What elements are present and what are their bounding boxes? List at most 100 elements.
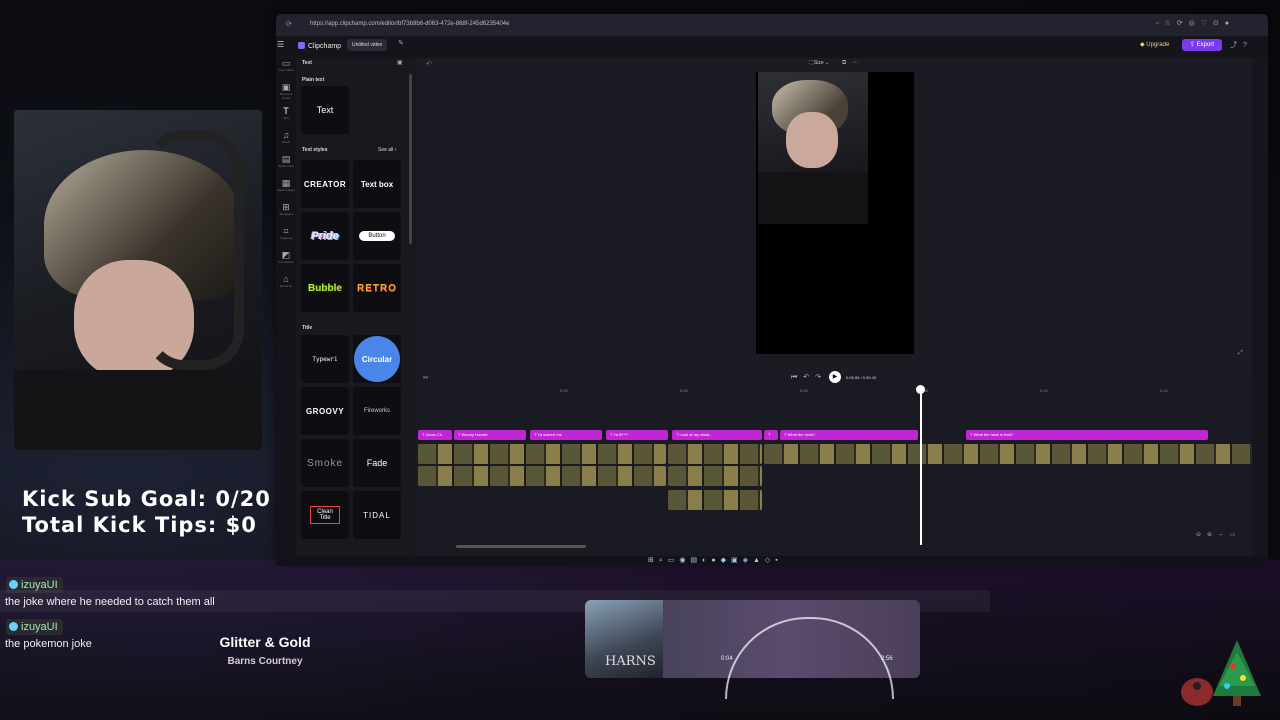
style-pride[interactable]: Pride: [301, 212, 349, 260]
brand-name: Clipchamp: [308, 43, 342, 50]
user-badge-icon: [9, 622, 18, 631]
text-clip-label: Woody Hoodie: [461, 432, 488, 437]
text-clip[interactable]: T Jesus Ch: [418, 430, 452, 440]
play-button[interactable]: ▶: [829, 371, 841, 383]
title-clean[interactable]: Clean Title: [301, 491, 349, 539]
text-clip[interactable]: T Woody Hoodie: [454, 430, 526, 440]
text-clip[interactable]: T Ya B****: [606, 430, 668, 440]
size-dropdown[interactable]: ⛶ Size ⌄: [809, 60, 829, 66]
browser-address-bar[interactable]: ⟳ https://app.clipchamp.com/editor/bf73b…: [276, 14, 1268, 36]
title-clean-label: Clean Title: [310, 506, 340, 524]
chat-username-text: izuyaUI: [21, 621, 58, 633]
video-clip[interactable]: [668, 466, 762, 486]
see-all-link[interactable]: See all ›: [378, 147, 396, 153]
rail-label: Templates: [279, 212, 293, 216]
split-icon[interactable]: ✂: [423, 374, 429, 382]
header-icons[interactable]: ⤴?: [1230, 40, 1253, 50]
tips-text: Total Kick Tips: $0: [22, 513, 257, 537]
chat-username: izuyaUI: [6, 619, 63, 635]
plain-text-tile[interactable]: Text: [301, 86, 349, 134]
collapse-panel-icon[interactable]: ▣: [397, 59, 403, 66]
text-clip[interactable]: T What the heck is that?: [966, 430, 1208, 440]
playhead[interactable]: [920, 388, 922, 545]
rail-label: Stock video: [278, 164, 294, 168]
preview-tools-icons[interactable]: ⧉⋯: [842, 59, 864, 67]
preview-shirt: [758, 172, 868, 224]
video-clip[interactable]: [668, 490, 762, 510]
style-retro[interactable]: RETRO: [353, 264, 401, 312]
title-circular[interactable]: Circular: [353, 335, 401, 383]
rail-label: Stock images: [276, 188, 295, 192]
ruler-tick: 0:06: [800, 388, 808, 393]
text-clip-label: T: [768, 432, 771, 437]
style-button[interactable]: Button: [353, 212, 401, 260]
upgrade-button[interactable]: ◆ Upgrade: [1140, 41, 1169, 48]
fullscreen-icon[interactable]: ⤢: [1238, 350, 1243, 357]
album-art: HARNS: [585, 600, 663, 678]
rail-label: Your media: [278, 68, 294, 72]
preview-webcam[interactable]: [758, 72, 868, 224]
text-styles-heading: Text styles: [302, 147, 328, 153]
app-header: [276, 36, 1268, 58]
video-clip[interactable]: [418, 444, 666, 464]
title-tidal[interactable]: TIDAL: [353, 491, 401, 539]
url-text[interactable]: https://app.clipchamp.com/editor/bf73b9b…: [310, 21, 509, 27]
panel-header: Text: [302, 60, 312, 66]
text-clip[interactable]: T Look at my cloak...: [672, 430, 762, 440]
duration-time: 2:56: [881, 656, 893, 662]
export-button[interactable]: ⇪ Export: [1182, 39, 1222, 51]
ruler-tick: 0:10: [1040, 388, 1048, 393]
rail-label: Captions: [280, 236, 292, 240]
text-clip[interactable]: T What the heck?: [780, 430, 918, 440]
video-clip[interactable]: [668, 444, 762, 464]
title-heading: Title: [302, 325, 313, 331]
playhead-handle[interactable]: [916, 385, 925, 394]
album-art-text: HARNS: [605, 654, 656, 669]
rail-label: Transitions: [278, 260, 294, 264]
style-bubble[interactable]: Bubble: [301, 264, 349, 312]
text-clip[interactable]: T: [764, 430, 778, 440]
refresh-icon[interactable]: ⟳: [286, 20, 292, 28]
undo-icon[interactable]: ↶: [426, 60, 432, 68]
text-clip-label: Ya scared me: [537, 432, 562, 437]
panel-scrollbar[interactable]: [409, 74, 412, 244]
title-fade[interactable]: Fade: [353, 439, 401, 487]
title-circular-label: Circular: [354, 336, 400, 382]
title-typewriter[interactable]: Typewri: [301, 335, 349, 383]
project-name-field[interactable]: Untitled video: [347, 39, 388, 51]
text-clip[interactable]: T Ya scared me: [530, 430, 602, 440]
text-clip-label: What the heck is that?: [973, 432, 1014, 437]
clipchamp-logo-icon: [298, 42, 305, 49]
chat-message: the joke where he needed to catch them a…: [5, 596, 215, 608]
timeline-scrollbar[interactable]: [456, 545, 586, 548]
style-creator[interactable]: CREATOR: [301, 160, 349, 208]
playback-skip-icons[interactable]: ⏮↶↷: [791, 373, 827, 382]
browser-toolbar-icons[interactable]: ▫☆⟳◎♡⊙●: [1156, 19, 1235, 27]
rail-label: Record & create: [279, 92, 293, 100]
export-label: Export: [1196, 42, 1215, 48]
christmas-tree-decoration: [1181, 640, 1261, 706]
preview-face: [786, 112, 838, 168]
zoom-controls[interactable]: ⊖⊕⇔▭: [1196, 531, 1242, 538]
taskbar-icons[interactable]: ⊞⌕▭◉▤◐●◆▣◈▲◇▪: [648, 556, 783, 565]
taskbar: ⊞⌕▭◉▤◐●◆▣◈▲◇▪: [276, 556, 1268, 566]
style-text-box[interactable]: Text box: [353, 160, 401, 208]
song-title: Glitter & Gold: [219, 634, 311, 650]
video-clip[interactable]: [764, 444, 1252, 464]
rail-label: Text: [283, 116, 289, 120]
elapsed-time: 0:04: [721, 656, 733, 662]
title-groovy[interactable]: GROOVY: [301, 387, 349, 435]
title-smoke[interactable]: Smoke: [301, 439, 349, 487]
sub-goal-text: Kick Sub Goal: 0/20: [22, 487, 271, 511]
menu-icon[interactable]: ☰: [277, 40, 284, 49]
app-brand: Clipchamp: [298, 42, 341, 50]
rail-label: Brand kit: [280, 284, 292, 288]
see-all-label: See all: [378, 147, 394, 153]
title-fireworks[interactable]: Fireworks: [353, 387, 401, 435]
text-clip-label: What the heck?: [787, 432, 816, 437]
text-clip-label: Look at my cloak...: [679, 432, 713, 437]
ruler-tick: 0:04: [680, 388, 688, 393]
magic-icon[interactable]: ✎: [398, 39, 404, 47]
ruler-tick: 0:12: [1160, 388, 1168, 393]
video-clip[interactable]: [418, 466, 666, 486]
